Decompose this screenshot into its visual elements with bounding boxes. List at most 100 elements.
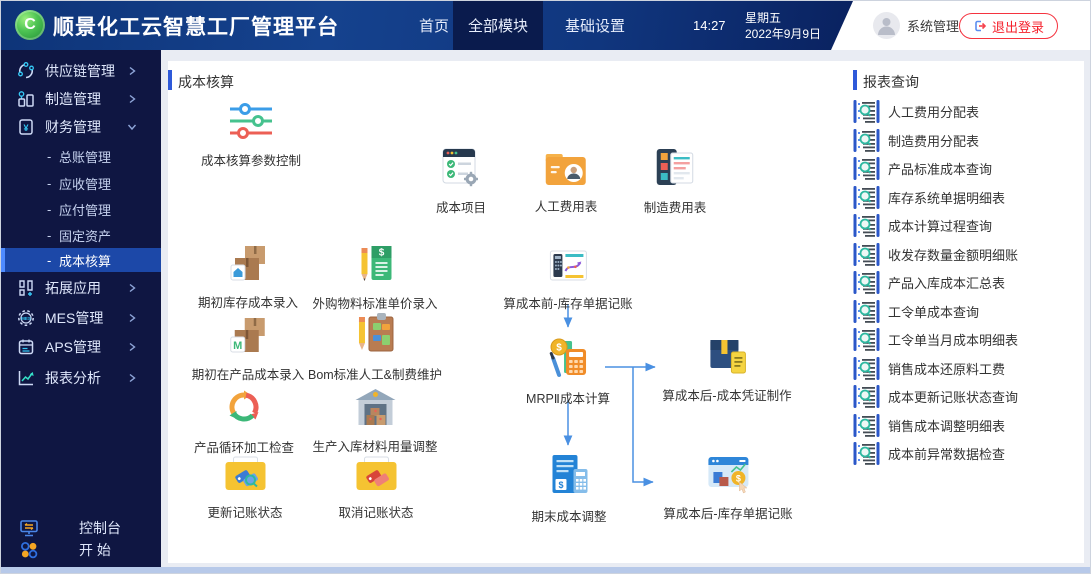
flow-item-bom-maintain[interactable]: Bom标准人工&制费维护 xyxy=(308,311,442,383)
flow-item-cost-voucher[interactable]: 算成本后-成本凭证制作 xyxy=(662,334,791,404)
sidebar-item-mes[interactable]: MES MES管理 xyxy=(1,304,161,332)
report-item-product-std-cost[interactable]: 产品标准成本查询 xyxy=(853,154,992,182)
sidebar-subitem-cost-accounting[interactable]: - 成本核算 xyxy=(1,248,161,272)
console-button[interactable]: 控制台 xyxy=(1,516,161,540)
flow-item-post-inventory-record[interactable]: $ 算成本后-库存单据记账 xyxy=(663,454,792,522)
nav-basic-settings[interactable]: 基础设置 xyxy=(549,1,641,50)
sidebar-item-finance[interactable]: ¥ 财务管理 xyxy=(1,113,161,141)
report-query-icon xyxy=(853,213,880,238)
flow-item-begin-wip-cost[interactable]: M 期初在产品成本录入 xyxy=(192,315,305,383)
flow-item-begin-inventory-cost[interactable]: 期初库存成本录入 xyxy=(198,243,298,311)
cycle-check-icon xyxy=(223,386,265,428)
report-item-mfg-fee-allocation[interactable]: 制造费用分配表 xyxy=(853,126,979,154)
report-query-icon xyxy=(853,270,880,295)
flow-item-warehouse-material-adjust[interactable]: 生产入库材料用量调整 xyxy=(312,387,437,455)
console-icon xyxy=(18,517,40,539)
report-query-icon xyxy=(853,99,880,124)
sidebar-item-supply-chain[interactable]: 供应链管理 xyxy=(1,57,161,85)
report-item-cost-update-status-query[interactable]: 成本更新记账状态查询 xyxy=(853,382,1018,410)
flow-item-label: 外购物料标准单价录入 xyxy=(312,293,437,312)
flow-item-cost-project[interactable]: 成本项目 xyxy=(436,146,486,216)
flow-item-purchase-std-price[interactable]: $ 外购物料标准单价录入 xyxy=(312,244,437,312)
sidebar-item-report-analysis[interactable]: 报表分析 xyxy=(1,364,161,392)
sidebar-item-manufacturing[interactable]: 制造管理 xyxy=(1,85,161,113)
flow-item-label: 成本核算参数控制 xyxy=(201,150,301,169)
sidebar-item-label: APS管理 xyxy=(45,333,101,361)
bom-maintain-icon xyxy=(355,311,395,355)
sidebar-item-aps[interactable]: APS管理 xyxy=(1,333,161,361)
sidebar-subitem-fixed-assets[interactable]: - 固定资产 xyxy=(1,223,161,247)
report-item-label: 成本前异常数据检查 xyxy=(888,444,1005,463)
nav-all-modules[interactable]: 全部模块 xyxy=(453,1,543,50)
report-item-label: 成本计算过程查询 xyxy=(888,216,992,235)
report-item-work-order-cost[interactable]: 工令单成本查询 xyxy=(853,297,979,325)
start-button[interactable]: 开 始 xyxy=(1,538,161,562)
sidebar-item-label: 供应链管理 xyxy=(45,57,115,85)
chevron-right-icon xyxy=(127,313,137,323)
mes-icon: MES xyxy=(16,308,36,328)
report-item-in-out-qty-amount[interactable]: 收发存数量金额明细账 xyxy=(853,240,1018,268)
sidebar-item-extend-app[interactable]: 拓展应用 xyxy=(1,274,161,302)
sidebar-item-label: MES管理 xyxy=(45,304,103,332)
report-item-cost-calc-process[interactable]: 成本计算过程查询 xyxy=(853,211,992,239)
post-inventory-record-icon: $ xyxy=(705,454,751,494)
flow-item-cancel-record-status[interactable]: 取消记账状态 xyxy=(338,455,413,521)
begin-wip-icon: M xyxy=(227,315,269,355)
sidebar-subitem-label: 成本核算 xyxy=(59,248,111,272)
chevron-down-icon xyxy=(127,122,137,132)
flow-item-update-record-status[interactable]: 更新记账状态 xyxy=(207,455,282,521)
report-item-label: 产品入库成本汇总表 xyxy=(888,273,1005,292)
flow-item-label: 算成本前-库存单据记账 xyxy=(503,293,632,312)
report-analysis-icon xyxy=(16,368,36,388)
warehouse-adjust-icon xyxy=(353,387,397,427)
sidebar: 供应链管理 制造管理 ¥ 财务管理 xyxy=(1,50,161,569)
report-query-icon xyxy=(853,356,880,381)
finance-icon: ¥ xyxy=(16,117,36,137)
flow-item-manufacturing-fee[interactable]: 制造费用表 xyxy=(644,146,707,216)
bullet: - xyxy=(47,248,51,272)
main-panel: 成本核算 成本核算参数控制 xyxy=(168,61,1084,563)
svg-text:$: $ xyxy=(558,480,563,490)
mrp-calc-icon: $ xyxy=(546,335,590,379)
weekday-label: 星期五 xyxy=(745,10,821,26)
flow-item-final-cost-adjust[interactable]: $ 期末成本调整 xyxy=(531,453,606,525)
cost-project-icon xyxy=(440,146,482,188)
chevron-right-icon xyxy=(127,66,137,76)
bullet: - xyxy=(47,171,51,195)
flow-item-cycle-check[interactable]: 产品循环加工检查 xyxy=(194,386,294,456)
report-item-sales-cost-adjust-detail[interactable]: 销售成本调整明细表 xyxy=(853,411,1005,439)
flow-item-labor-fee[interactable]: 人工费用表 xyxy=(535,151,598,215)
report-item-labor-fee-allocation[interactable]: 人工费用分配表 xyxy=(853,97,979,125)
manufacturing-icon xyxy=(16,89,36,109)
sidebar-subitem-payables[interactable]: - 应付管理 xyxy=(1,197,161,221)
report-item-label: 制造费用分配表 xyxy=(888,131,979,150)
sidebar-item-label: 制造管理 xyxy=(45,85,101,113)
report-panel-title: 报表查询 xyxy=(863,72,919,92)
report-item-pre-cost-abnormal-check[interactable]: 成本前异常数据检查 xyxy=(853,439,1005,467)
bullet: - xyxy=(47,197,51,221)
report-item-work-order-month-detail[interactable]: 工令单当月成本明细表 xyxy=(853,325,1018,353)
report-item-inventory-doc-detail[interactable]: 库存系统单据明细表 xyxy=(853,183,1005,211)
sidebar-subitem-receivables[interactable]: - 应收管理 xyxy=(1,171,161,195)
svg-text:$: $ xyxy=(735,474,740,484)
section-title-bar xyxy=(168,70,172,90)
report-query-icon xyxy=(853,384,880,409)
console-label: 控制台 xyxy=(79,516,121,540)
sidebar-item-label: 财务管理 xyxy=(45,113,101,141)
logout-icon xyxy=(973,19,987,33)
report-query-icon xyxy=(853,299,880,324)
flow-item-label: 算成本后-成本凭证制作 xyxy=(662,385,791,404)
report-item-label: 库存系统单据明细表 xyxy=(888,188,1005,207)
sidebar-subitem-label: 应收管理 xyxy=(59,171,111,195)
app-window: C 顺景化工云智慧工厂管理平台 首页 全部模块 基础设置 14:27 星期五 2… xyxy=(0,0,1091,574)
user-avatar[interactable] xyxy=(873,12,900,39)
flow-item-pre-cost-inventory-record[interactable]: 算成本前-库存单据记账 xyxy=(503,246,632,312)
sidebar-subitem-general-ledger[interactable]: - 总账管理 xyxy=(1,144,161,168)
report-item-product-inbound-cost[interactable]: 产品入库成本汇总表 xyxy=(853,268,1005,296)
flow-item-mrp2-cost-calc[interactable]: $ MRPⅡ成本计算 xyxy=(526,335,610,407)
logout-button[interactable]: 退出登录 xyxy=(959,13,1058,39)
report-item-sales-cost-restore[interactable]: 销售成本还原料工费 xyxy=(853,354,1005,382)
active-indicator-bar xyxy=(1,248,5,272)
report-query-icon xyxy=(853,242,880,267)
flow-item-cost-params[interactable]: 成本核算参数控制 xyxy=(201,101,301,169)
